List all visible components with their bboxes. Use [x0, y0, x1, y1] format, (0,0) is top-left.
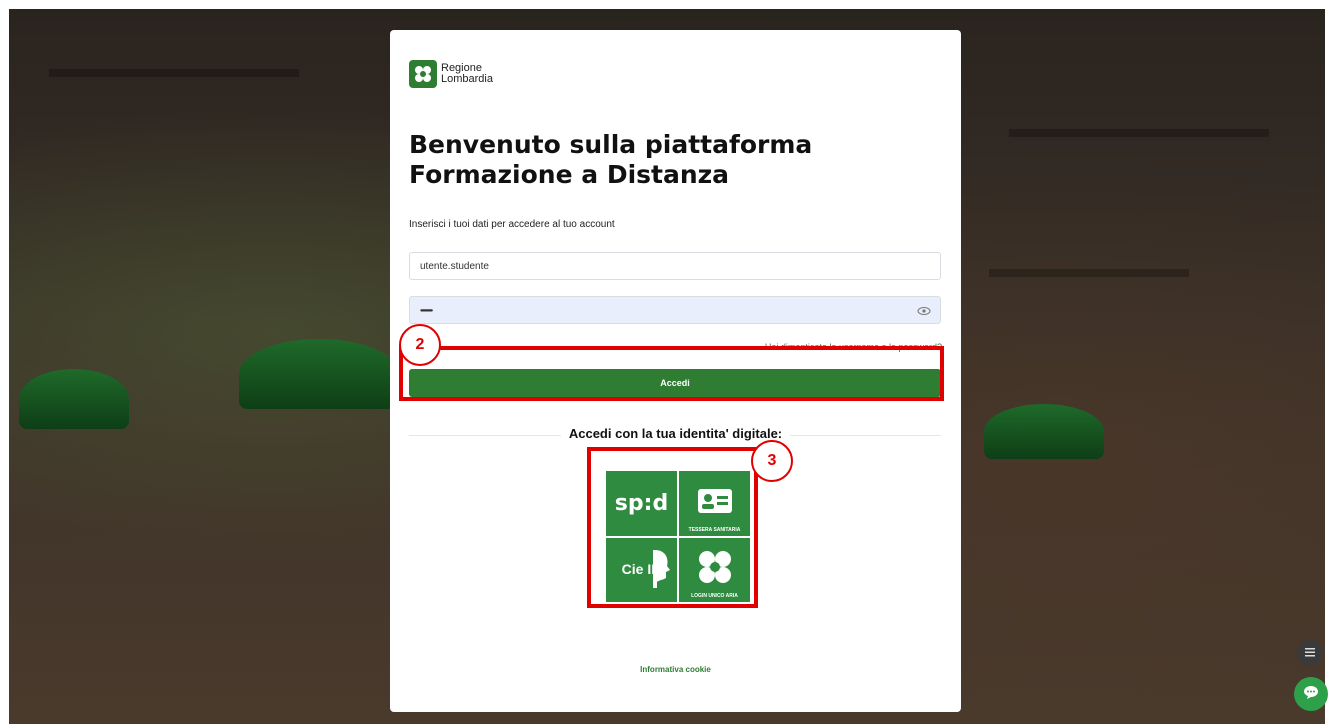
annotation-highlight-digital-id	[587, 447, 758, 608]
shelf-decoration	[989, 269, 1189, 277]
page-title: Benvenuto sulla piattaforma Formazione a…	[409, 130, 829, 190]
menu-icon	[1305, 644, 1315, 662]
cookie-policy-link[interactable]: Informativa cookie	[390, 665, 961, 674]
show-password-icon[interactable]	[917, 304, 931, 318]
lamp-decoration	[984, 404, 1104, 459]
floating-chat-button[interactable]	[1294, 677, 1328, 711]
annotation-highlight-login	[399, 346, 944, 401]
lamp-decoration	[239, 339, 399, 409]
floating-menu-button[interactable]	[1297, 640, 1323, 666]
digital-identity-heading: Accedi con la tua identita' digitale:	[390, 426, 961, 441]
username-input[interactable]: utente.studente	[409, 252, 941, 280]
annotation-badge-3: 3	[751, 440, 793, 482]
shelf-decoration	[1009, 129, 1269, 137]
lamp-decoration	[19, 369, 129, 429]
digital-identity-heading-text: Accedi con la tua identita' digitale:	[560, 426, 791, 441]
title-line2: Formazione a Distanza	[409, 160, 730, 189]
username-value: utente.studente	[420, 260, 489, 272]
password-input[interactable]: ••••••••••••••	[409, 296, 941, 324]
chat-icon	[1303, 684, 1319, 705]
regione-lombardia-logo: Regione Lombardia	[409, 60, 493, 88]
login-subtitle: Inserisci i tuoi dati per accedere al tu…	[409, 219, 615, 230]
logo-line2: Lombardia	[441, 73, 493, 85]
annotation-badge-2: 2	[399, 324, 441, 366]
regione-logo-icon	[409, 60, 437, 88]
password-value: ••••••••••••••	[420, 305, 433, 315]
shelf-decoration	[49, 69, 299, 77]
title-line1: Benvenuto sulla piattaforma	[409, 130, 813, 159]
